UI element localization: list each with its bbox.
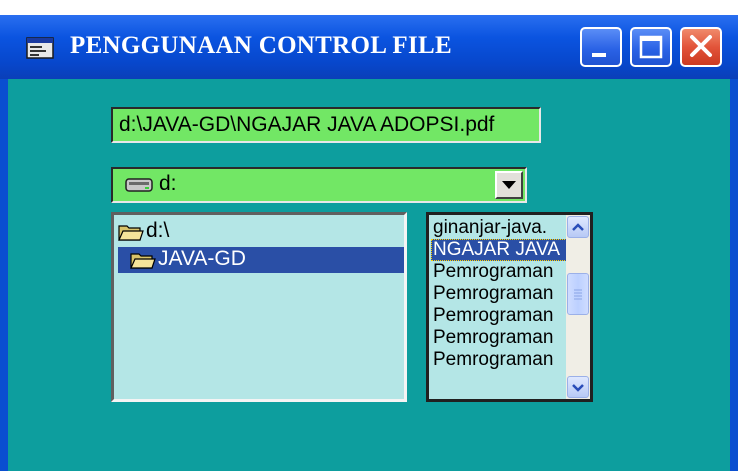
- drive-selected-label: d:: [159, 172, 177, 195]
- chevron-up-icon: [572, 223, 584, 231]
- file-item[interactable]: Pemrograman: [431, 349, 567, 371]
- title-bar[interactable]: PENGGUNAAN CONTROL FILE: [0, 15, 738, 79]
- file-list: ginanjar-java. NGAJAR JAVA Pemrograman P…: [431, 217, 567, 371]
- app-icon: [26, 37, 54, 59]
- dir-item-label: d:\: [146, 219, 170, 242]
- minimize-button[interactable]: [580, 27, 622, 67]
- file-item[interactable]: Pemrograman: [431, 261, 567, 283]
- file-item[interactable]: ginanjar-java.: [431, 217, 567, 239]
- dir-item-java-gd[interactable]: JAVA-GD: [118, 247, 404, 273]
- chevron-down-icon: [502, 181, 516, 189]
- file-list-scrollbar[interactable]: [566, 215, 590, 399]
- file-item[interactable]: Pemrograman: [431, 305, 567, 327]
- app-window: PENGGUNAAN CONTROL FILE d:\JAVA-GD\NGAJA…: [0, 15, 738, 471]
- file-list-box[interactable]: ginanjar-java. NGAJAR JAVA Pemrograman P…: [426, 212, 593, 402]
- close-button[interactable]: [680, 27, 722, 67]
- maximize-button[interactable]: [630, 27, 672, 67]
- drive-list-box[interactable]: d:: [111, 167, 527, 203]
- form-client-area: d:\JAVA-GD\NGAJAR JAVA ADOPSI.pdf d: d:\…: [8, 79, 730, 471]
- open-folder-icon: [118, 225, 144, 241]
- file-item[interactable]: Pemrograman: [431, 327, 567, 349]
- scroll-thumb[interactable]: [567, 273, 589, 315]
- maximize-icon: [639, 35, 663, 59]
- drive-icon: [125, 178, 153, 192]
- file-item-selected[interactable]: NGAJAR JAVA: [431, 239, 567, 261]
- minimize-icon: [592, 53, 606, 57]
- drive-dropdown-button[interactable]: [495, 171, 523, 199]
- file-path-textbox[interactable]: d:\JAVA-GD\NGAJAR JAVA ADOPSI.pdf: [111, 107, 541, 143]
- scroll-up-button[interactable]: [567, 216, 589, 238]
- window-title: PENGGUNAAN CONTROL FILE: [70, 32, 452, 59]
- dir-item-root[interactable]: d:\: [118, 219, 404, 245]
- scroll-down-button[interactable]: [567, 376, 589, 398]
- open-folder-icon: [130, 253, 156, 269]
- directory-list-box[interactable]: d:\ JAVA-GD: [111, 212, 407, 402]
- close-icon: [690, 35, 712, 57]
- dir-item-label: JAVA-GD: [158, 247, 246, 270]
- file-item[interactable]: Pemrograman: [431, 283, 567, 305]
- chevron-down-icon: [572, 384, 584, 392]
- grip-icon: [574, 289, 582, 300]
